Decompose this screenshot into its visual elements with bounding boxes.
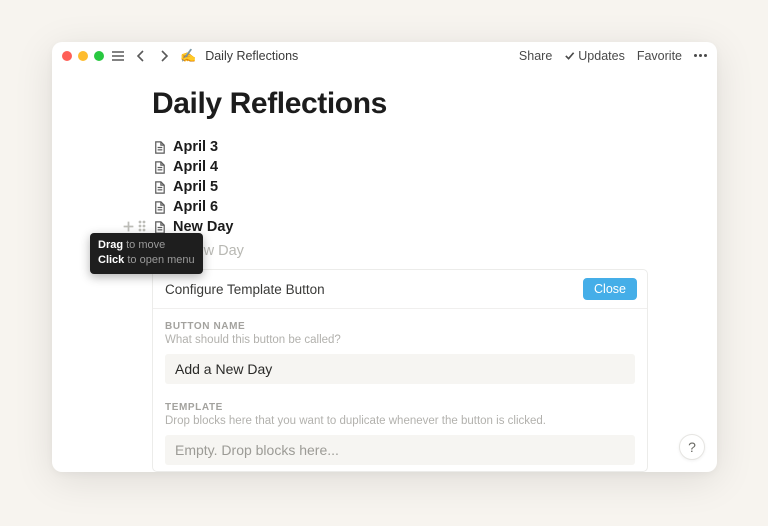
list-item-label: April 4 bbox=[173, 159, 218, 175]
zoom-window-button[interactable] bbox=[94, 51, 104, 61]
favorite-button[interactable]: Favorite bbox=[637, 49, 682, 63]
list-item[interactable]: April 6 bbox=[152, 199, 652, 215]
page-icon bbox=[152, 160, 167, 175]
close-button[interactable]: Close bbox=[583, 278, 637, 300]
breadcrumb-title[interactable]: Daily Reflections bbox=[205, 49, 298, 63]
close-window-button[interactable] bbox=[62, 51, 72, 61]
tooltip-strong: Drag bbox=[98, 239, 123, 251]
list-item[interactable]: April 3 bbox=[152, 139, 652, 155]
page-icon bbox=[152, 200, 167, 215]
template-section: TEMPLATE Drop blocks here that you want … bbox=[153, 390, 647, 471]
tooltip-strong: Click bbox=[98, 254, 124, 266]
drag-handle-tooltip: Drag to move Click to open menu bbox=[90, 233, 203, 274]
page-body: Daily Reflections April 3 bbox=[52, 69, 717, 472]
list-item[interactable]: April 4 bbox=[152, 159, 652, 175]
entries-list: April 3 April 4 Ap bbox=[152, 139, 652, 259]
template-label: TEMPLATE bbox=[165, 402, 635, 413]
list-item-label: April 5 bbox=[173, 179, 218, 195]
template-dropzone[interactable]: Empty. Drop blocks here... bbox=[165, 435, 635, 465]
titlebar: ✍️ Daily Reflections Share Updates Favor… bbox=[52, 42, 717, 69]
add-block-button[interactable] bbox=[122, 220, 135, 233]
more-menu-button[interactable] bbox=[694, 54, 707, 57]
check-icon bbox=[564, 50, 575, 61]
block-handles bbox=[122, 219, 148, 233]
button-name-input[interactable]: Add a New Day bbox=[165, 354, 635, 384]
button-name-desc: What should this button be called? bbox=[165, 334, 635, 346]
page-icon bbox=[152, 140, 167, 155]
tooltip-faded-text: to open menu bbox=[127, 254, 194, 266]
help-button[interactable]: ? bbox=[679, 434, 705, 460]
share-button[interactable]: Share bbox=[519, 49, 552, 63]
template-desc: Drop blocks here that you want to duplic… bbox=[165, 415, 635, 427]
configure-template-panel: Configure Template Button Close BUTTON N… bbox=[152, 269, 648, 472]
tooltip-line: Drag to move bbox=[98, 238, 195, 253]
window-controls bbox=[62, 51, 104, 61]
button-name-label: BUTTON NAME bbox=[165, 321, 635, 332]
page-icon bbox=[152, 180, 167, 195]
titlebar-actions: Share Updates Favorite bbox=[519, 49, 707, 63]
updates-button[interactable]: Updates bbox=[564, 49, 625, 63]
forward-icon[interactable] bbox=[157, 49, 171, 63]
page-title[interactable]: Daily Reflections bbox=[152, 87, 652, 121]
back-icon[interactable] bbox=[134, 49, 148, 63]
app-window: ✍️ Daily Reflections Share Updates Favor… bbox=[52, 42, 717, 472]
configure-panel-title: Configure Template Button bbox=[165, 282, 325, 297]
list-item[interactable]: April 5 bbox=[152, 179, 652, 195]
tooltip-faded-text: to move bbox=[126, 239, 165, 251]
page-emoji[interactable]: ✍️ bbox=[180, 48, 196, 64]
list-item-label: April 3 bbox=[173, 139, 218, 155]
tooltip-line: Click to open menu bbox=[98, 253, 195, 268]
configure-panel-header: Configure Template Button Close bbox=[153, 270, 647, 309]
minimize-window-button[interactable] bbox=[78, 51, 88, 61]
list-item-label: April 6 bbox=[173, 199, 218, 215]
list-item[interactable]: New Day bbox=[152, 219, 652, 235]
sidebar-toggle-icon[interactable] bbox=[111, 49, 125, 63]
template-button-row[interactable]: a New Day bbox=[152, 243, 652, 259]
button-name-section: BUTTON NAME What should this button be c… bbox=[153, 309, 647, 390]
drag-handle-icon[interactable] bbox=[136, 219, 148, 233]
updates-label: Updates bbox=[578, 49, 625, 63]
